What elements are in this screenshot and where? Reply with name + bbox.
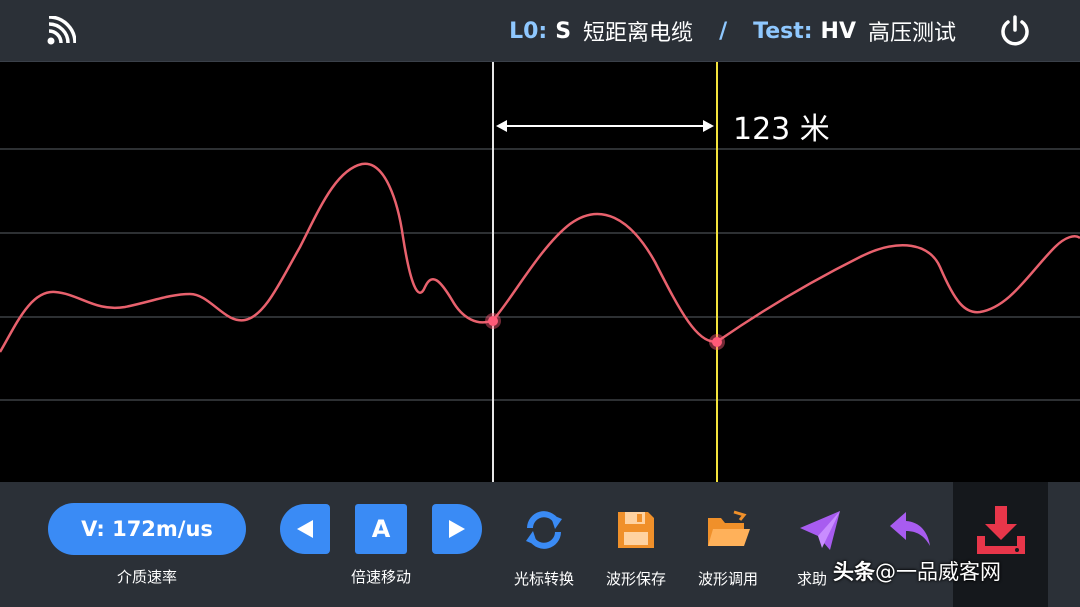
back-button[interactable] [880,502,940,558]
line-value: S [555,18,572,44]
test-value: HV [820,18,856,44]
triangle-right-icon [449,520,465,538]
help-button[interactable] [790,502,850,558]
waveform-load-button[interactable] [698,502,758,558]
line-key: L0: [509,18,548,44]
waveform-save-button[interactable] [606,502,666,558]
help-caption: 求助 [796,570,827,588]
download-icon [977,506,1025,554]
move-left-button[interactable] [280,504,330,554]
swap-cursor-icon [526,511,562,549]
status-header: L0: S 短距离电缆 / Test: HV 高压测试 [0,0,1080,62]
power-icon[interactable] [998,14,1032,48]
move-right-button[interactable] [432,504,482,554]
signal-icon[interactable] [46,16,76,46]
triangle-left-icon [297,520,313,538]
velocity-button[interactable]: V: 172m/us [48,503,246,555]
watermark-handle: @一品威客网 [875,560,1001,584]
test-key: Test: [753,18,813,44]
cursor-a-marker-core [488,316,498,326]
line-description: 短距离电缆 [583,21,694,46]
watermark: 头条@一品威客网 [833,556,1001,586]
distance-arrow-left [496,120,507,132]
paper-plane-icon [800,511,840,550]
status-separator: / [719,18,728,44]
waveform-save-caption: 波形保存 [605,570,666,588]
download-button[interactable] [953,482,1048,607]
floppy-save-icon [618,512,654,548]
waveform-canvas: 123 米 [0,62,1080,482]
test-description: 高压测试 [867,21,956,46]
waveform-trace [0,162,1080,353]
cursor-switch-button[interactable] [514,502,574,558]
distance-label: 123 米 [733,112,830,147]
back-arrow-icon [890,512,930,546]
waveform-load-caption: 波形调用 [697,570,758,588]
waveform-plot[interactable]: 123 米 [0,62,1080,482]
folder-open-icon [708,510,750,546]
velocity-caption: 介质速率 [116,568,177,586]
cursor-b-marker-core [712,337,722,347]
move-caption: 倍速移动 [350,568,411,586]
bottom-toolbar: V: 172m/us 介质速率 A 倍速移动 光标转换 波形保存 波形调用 求助 [0,482,1080,607]
distance-arrow-right [703,120,714,132]
mode-status: L0: S 短距离电缆 / Test: HV 高压测试 [509,14,956,48]
cursor-switch-caption: 光标转换 [513,570,574,588]
watermark-brand: 头条 [833,560,875,584]
cursor-select-button[interactable]: A [355,504,407,554]
